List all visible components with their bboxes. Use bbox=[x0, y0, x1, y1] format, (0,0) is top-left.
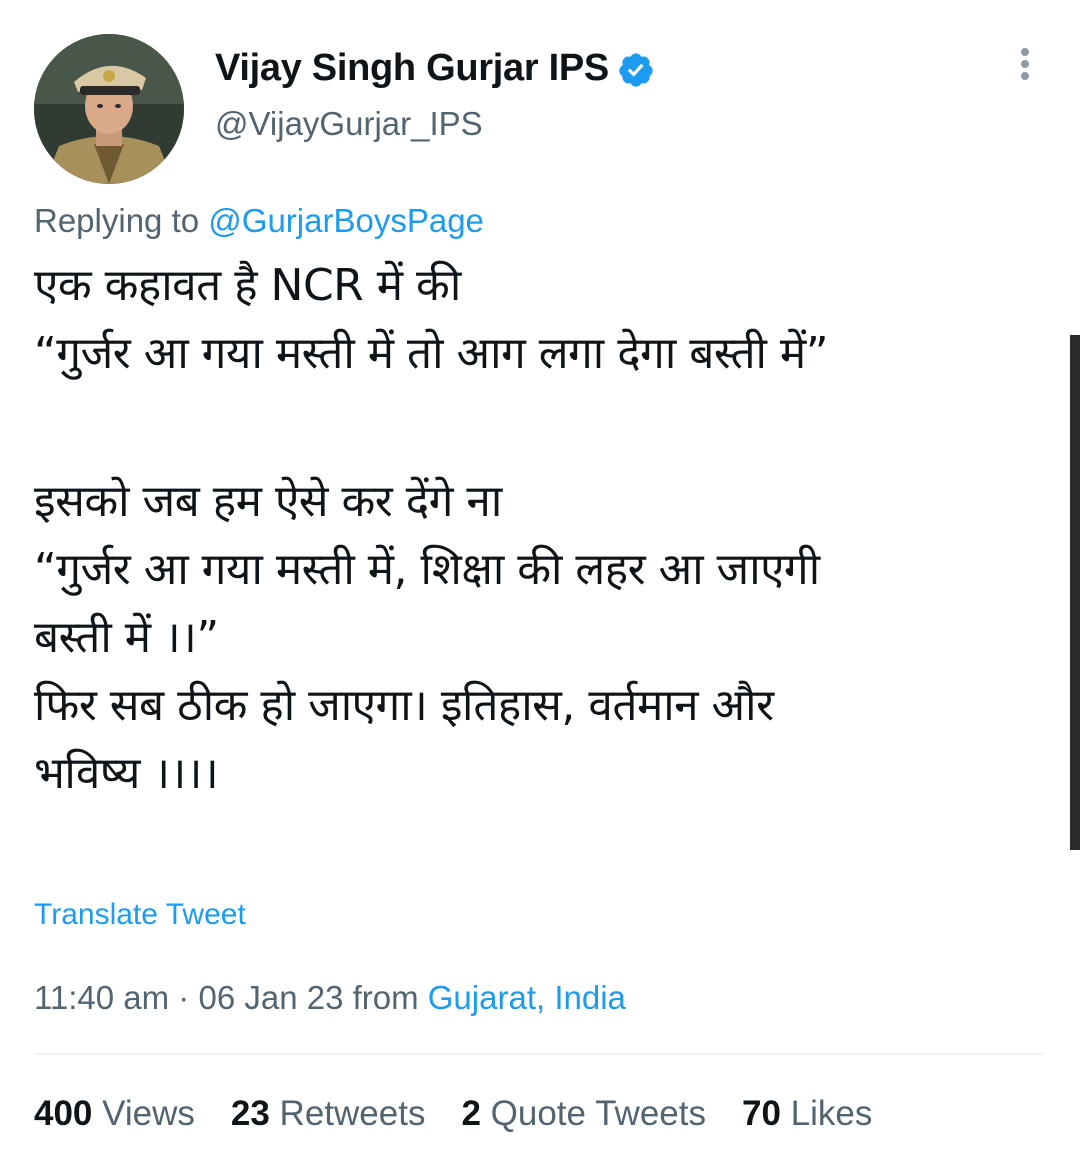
tweet-timestamp[interactable]: 11:40 am · 06 Jan 23 from bbox=[34, 979, 419, 1016]
divider bbox=[34, 1053, 1044, 1055]
translate-tweet-link[interactable]: Translate Tweet bbox=[34, 898, 246, 932]
reply-mention-link[interactable]: @GurjarBoysPage bbox=[208, 202, 484, 239]
likes-label: Likes bbox=[790, 1094, 873, 1133]
likes-stat[interactable]: 70 Likes bbox=[742, 1094, 872, 1134]
more-vertical-icon[interactable] bbox=[1012, 44, 1038, 88]
verified-badge-icon bbox=[619, 53, 653, 87]
tweet-text-line: बस्ती में ।।” bbox=[34, 612, 219, 663]
tweet-text-line: भविष्य ।।।। bbox=[34, 748, 219, 799]
views-stat[interactable]: 400 Views bbox=[34, 1094, 195, 1134]
tweet-location-link[interactable]: Gujarat, India bbox=[428, 979, 626, 1016]
tweet-text-line: “गुर्जर आ गया मस्ती में तो आग लगा देगा ब… bbox=[34, 328, 829, 379]
views-label: Views bbox=[102, 1094, 195, 1133]
replying-prefix: Replying to bbox=[34, 202, 200, 239]
avatar[interactable] bbox=[34, 34, 184, 184]
tweet-stats: 400 Views 23 Retweets 2 Quote Tweets 70 … bbox=[34, 1094, 872, 1134]
likes-count: 70 bbox=[741, 1094, 781, 1133]
tweet-text-line: इसको जब हम ऐसे कर देंगे ना bbox=[34, 476, 502, 527]
views-count: 400 bbox=[34, 1094, 93, 1133]
tweet-card: Vijay Singh Gurjar IPS @VijayGurjar_IPS … bbox=[0, 0, 1080, 1152]
tweet-text: एक कहावत है NCR में की “गुर्जर आ गया मस्… bbox=[34, 252, 1044, 808]
scrollbar[interactable] bbox=[1070, 335, 1080, 850]
quote-tweets-label: Quote Tweets bbox=[490, 1094, 706, 1133]
retweets-count: 23 bbox=[230, 1094, 270, 1133]
author-handle[interactable]: @VijayGurjar_IPS bbox=[215, 105, 483, 143]
replying-to: Replying to @GurjarBoysPage bbox=[34, 202, 484, 240]
retweets-label: Retweets bbox=[279, 1094, 426, 1133]
retweets-stat[interactable]: 23 Retweets bbox=[231, 1094, 426, 1134]
tweet-metadata: 11:40 am · 06 Jan 23 from Gujarat, India bbox=[34, 979, 626, 1017]
tweet-text-line: एक कहावत है NCR में की bbox=[34, 260, 461, 311]
author-name[interactable]: Vijay Singh Gurjar IPS bbox=[215, 47, 609, 90]
tweet-text-line: “गुर्जर आ गया मस्ती में, शिक्षा की लहर आ… bbox=[34, 544, 820, 595]
tweet-text-line: फिर सब ठीक हो जाएगा। इतिहास, वर्तमान और bbox=[34, 680, 774, 731]
quote-tweets-count: 2 bbox=[461, 1094, 481, 1133]
quote-tweets-stat[interactable]: 2 Quote Tweets bbox=[461, 1094, 706, 1134]
avatar-image bbox=[34, 34, 184, 184]
